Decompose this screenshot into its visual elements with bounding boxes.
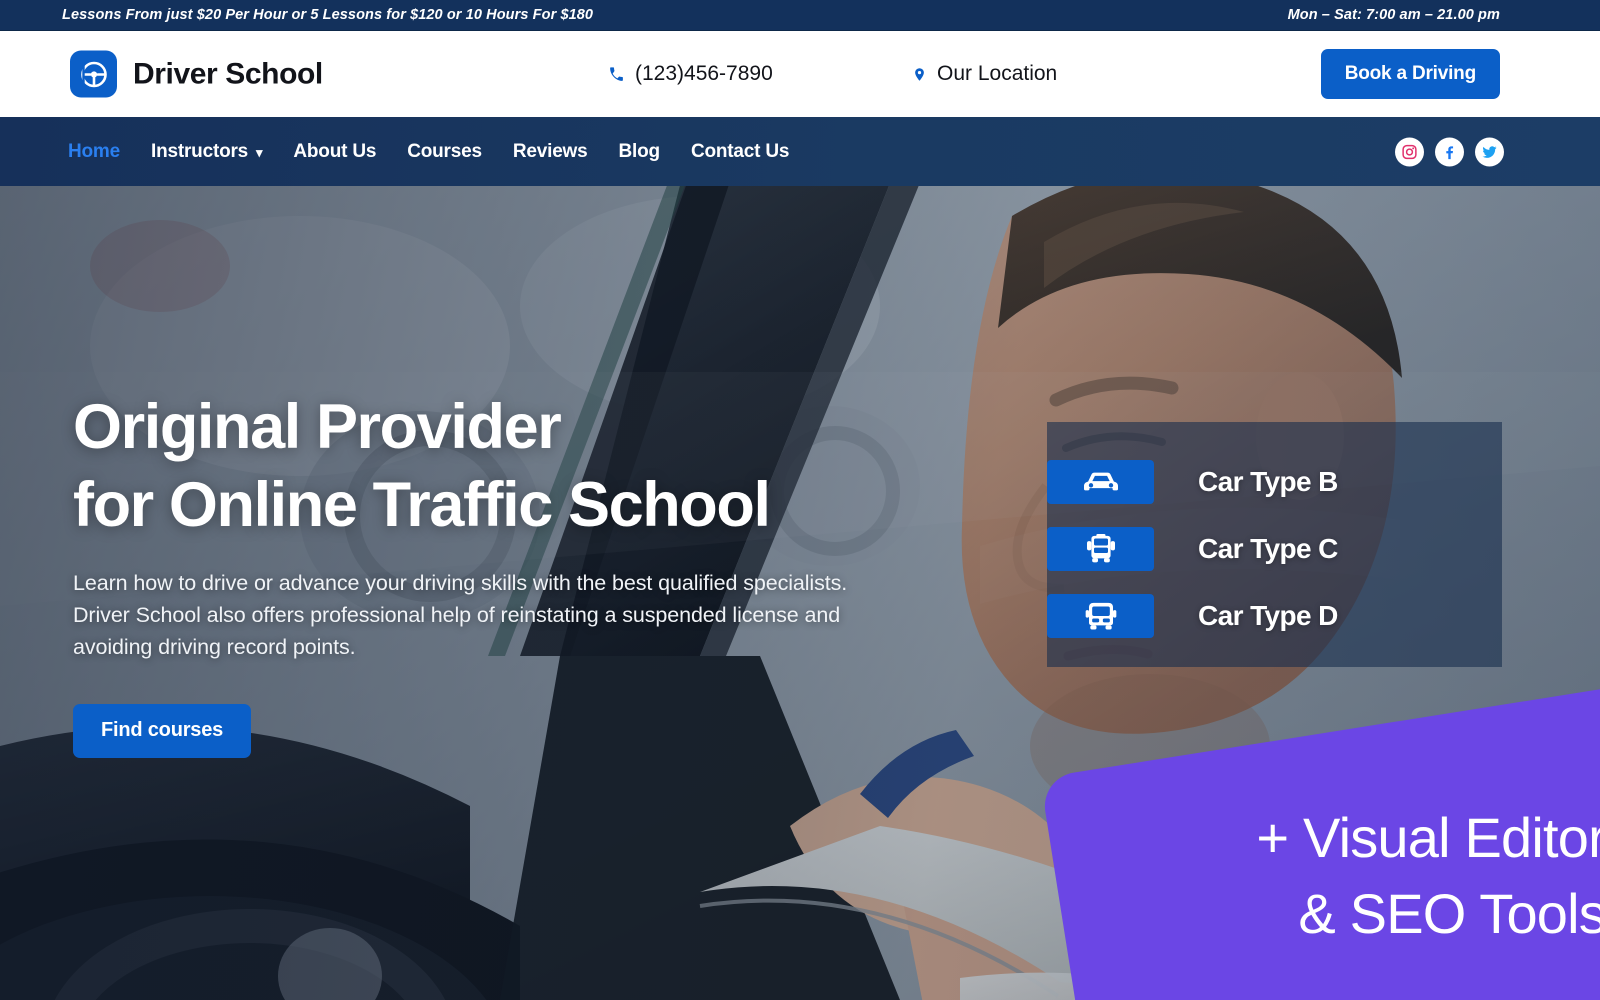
brand-name: Driver School — [133, 57, 323, 90]
nav-item-contact-us[interactable]: Contact Us — [691, 141, 789, 163]
nav-item-courses[interactable]: Courses — [407, 141, 482, 163]
hero-title: Original Provider for Online Traffic Sch… — [73, 388, 973, 544]
nav-item-blog[interactable]: Blog — [618, 140, 661, 163]
top-announcement-bar: Lessons From just $20 Per Hour or 5 Less… — [0, 0, 1600, 31]
car-icon — [1047, 460, 1154, 504]
twitter-icon[interactable] — [1475, 137, 1504, 166]
map-pin-icon — [912, 65, 927, 84]
nav-item-label: Contact Us — [690, 140, 790, 162]
promo-ribbon-line-2: & SEO Tools — [1298, 882, 1600, 946]
header-location-label: Our Location — [937, 62, 1058, 85]
nav-item-home[interactable]: Home — [68, 141, 120, 163]
nav-item-instructors[interactable]: Instructors ▾ — [151, 140, 263, 163]
main-navigation: Home Instructors ▾ About Us Courses Revi… — [0, 117, 1600, 186]
nav-item-label: Blog — [618, 140, 661, 162]
steering-wheel-icon — [70, 50, 117, 98]
book-a-driving-button[interactable]: Book a Driving — [1320, 49, 1500, 99]
opening-hours-text: Mon – Sat: 7:00 am – 21.00 pm — [1287, 7, 1500, 23]
hero-subtitle: Learn how to drive or advance your drivi… — [73, 571, 848, 659]
find-courses-button[interactable]: Find courses — [73, 703, 252, 758]
car-type-panel: Car Type B Car Type C Car Type D — [1047, 422, 1502, 667]
hero-title-line-2: for Online Traffic School — [73, 470, 771, 541]
bus-icon — [1047, 594, 1154, 638]
car-type-label: Car Type B — [1198, 466, 1338, 497]
facebook-icon[interactable] — [1435, 137, 1464, 166]
hero-content: Original Provider for Online Traffic Sch… — [73, 388, 973, 758]
header-location[interactable]: Our Location — [912, 62, 1057, 86]
nav-item-about-us[interactable]: About Us — [293, 141, 376, 163]
nav-item-label: Home — [68, 140, 120, 162]
truck-icon — [1047, 527, 1154, 571]
brand-logo[interactable]: Driver School — [70, 50, 323, 98]
nav-item-label: About Us — [293, 140, 377, 162]
nav-item-label: Instructors — [151, 140, 249, 162]
car-type-label: Car Type C — [1198, 533, 1338, 564]
social-links — [1395, 137, 1504, 166]
hero-title-line-1: Original Provider — [73, 392, 562, 462]
car-type-label: Car Type D — [1198, 600, 1338, 631]
chevron-down-icon: ▾ — [256, 145, 263, 160]
header-phone-number: (123)456-7890 — [635, 62, 773, 85]
header-phone[interactable]: (123)456-7890 — [608, 62, 773, 86]
promo-text: Lessons From just $20 Per Hour or 5 Less… — [62, 7, 594, 23]
car-type-item-c[interactable]: Car Type C — [1047, 527, 1502, 571]
nav-list: Home Instructors ▾ About Us Courses Revi… — [68, 141, 789, 163]
phone-icon — [608, 66, 625, 83]
car-type-item-b[interactable]: Car Type B — [1047, 460, 1502, 504]
promo-ribbon-line-1: + Visual Editor — [1256, 806, 1600, 869]
nav-item-reviews[interactable]: Reviews — [513, 141, 588, 163]
page-root: Lessons From just $20 Per Hour or 5 Less… — [0, 0, 1600, 1000]
nav-item-label: Reviews — [512, 140, 588, 162]
car-type-item-d[interactable]: Car Type D — [1047, 594, 1502, 638]
instagram-icon[interactable] — [1395, 137, 1424, 166]
nav-item-label: Courses — [407, 140, 482, 162]
promo-ribbon-text: + Visual Editor & SEO Tools — [1086, 800, 1600, 952]
site-header: Driver School (123)456-7890 Our Location… — [0, 31, 1600, 117]
